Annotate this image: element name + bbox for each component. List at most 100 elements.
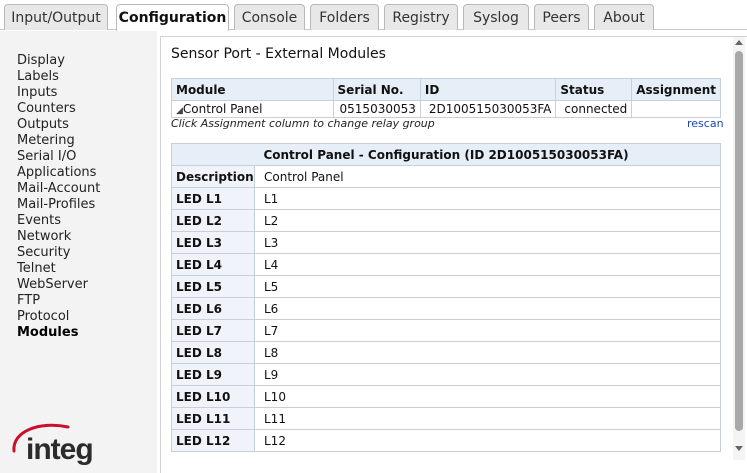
top-tab-bar: Input/Output Configuration Console Folde…	[0, 0, 747, 31]
led-l2-field[interactable]: L2	[254, 209, 721, 232]
config-table-header: Control Panel - Configuration (ID 2D1005…	[171, 143, 721, 166]
assignment-cell[interactable]	[631, 100, 721, 118]
led-l6-field[interactable]: L6	[254, 297, 721, 320]
modules-table: Module Serial No. ID Status Assignment ◢…	[171, 78, 721, 118]
sidebar-item-security[interactable]: Security	[17, 245, 100, 261]
tab-label: Input/Output	[11, 9, 101, 26]
tab-label: Folders	[319, 9, 370, 26]
led-l12-field[interactable]: L12	[254, 429, 721, 452]
sidebar-item-network[interactable]: Network	[17, 229, 100, 245]
tab-label: Registry	[392, 9, 450, 26]
config-label: LED L8	[171, 341, 255, 364]
config-row: LED L1 L1	[171, 187, 721, 210]
config-row: Description Control Panel	[171, 165, 721, 188]
tab-about[interactable]: About	[594, 4, 654, 30]
sidebar-item-modules[interactable]: Modules	[17, 325, 100, 341]
config-row: LED L3 L3	[171, 231, 721, 254]
sidebar-item-mail-profiles[interactable]: Mail-Profiles	[17, 197, 100, 213]
sidebar-item-webserver[interactable]: WebServer	[17, 277, 100, 293]
sidebar-item-labels[interactable]: Labels	[17, 69, 100, 85]
col-assignment: Assignment	[631, 78, 721, 101]
tab-label: Syslog	[473, 9, 519, 26]
config-label: LED L7	[171, 319, 255, 342]
scroll-up-arrow-icon[interactable]	[735, 40, 743, 45]
config-label: LED L5	[171, 275, 255, 298]
led-l11-field[interactable]: L11	[254, 407, 721, 430]
config-label: LED L6	[171, 297, 255, 320]
tab-folders[interactable]: Folders	[310, 4, 379, 30]
sidebar-item-display[interactable]: Display	[17, 53, 100, 69]
config-label: LED L11	[171, 407, 255, 430]
sidebar-item-outputs[interactable]: Outputs	[17, 117, 100, 133]
sidebar-item-applications[interactable]: Applications	[17, 165, 100, 181]
config-table: Control Panel - Configuration (ID 2D1005…	[171, 143, 721, 452]
config-label: LED L2	[171, 209, 255, 232]
config-label: Description	[171, 165, 255, 188]
expand-triangle-icon[interactable]: ◢	[176, 106, 183, 116]
tab-console[interactable]: Console	[234, 4, 305, 30]
svg-text:integ: integ	[26, 433, 93, 466]
sidebar-nav: Display Labels Inputs Counters Outputs M…	[17, 53, 100, 341]
config-table-title: Control Panel - Configuration (ID 2D1005…	[171, 143, 721, 166]
config-label: LED L3	[171, 231, 255, 254]
modules-table-header: Module Serial No. ID Status Assignment	[171, 78, 721, 101]
sidebar-item-counters[interactable]: Counters	[17, 101, 100, 117]
tab-syslog[interactable]: Syslog	[463, 4, 529, 30]
tab-peers[interactable]: Peers	[534, 4, 589, 30]
led-l5-field[interactable]: L5	[254, 275, 721, 298]
col-status: Status	[555, 78, 633, 101]
col-module: Module	[171, 78, 334, 101]
page-title: Sensor Port - External Modules	[171, 46, 386, 62]
description-field[interactable]: Control Panel	[254, 165, 721, 188]
config-row: LED L12 L12	[171, 429, 721, 452]
led-l4-field[interactable]: L4	[254, 253, 721, 276]
config-label: LED L4	[171, 253, 255, 276]
led-l10-field[interactable]: L10	[254, 385, 721, 408]
sidebar-item-metering[interactable]: Metering	[17, 133, 100, 149]
status-cell: connected	[555, 100, 633, 118]
config-label: LED L9	[171, 363, 255, 386]
sidebar-item-protocol[interactable]: Protocol	[17, 309, 100, 325]
scroll-down-arrow-icon[interactable]	[735, 446, 743, 451]
config-label: LED L10	[171, 385, 255, 408]
config-row: LED L6 L6	[171, 297, 721, 320]
config-row: LED L11 L11	[171, 407, 721, 430]
tab-label: Peers	[542, 9, 581, 26]
sidebar-item-mail-account[interactable]: Mail-Account	[17, 181, 100, 197]
tab-input-output[interactable]: Input/Output	[4, 4, 108, 30]
tab-label: Console	[241, 9, 298, 26]
led-l8-field[interactable]: L8	[254, 341, 721, 364]
led-l1-field[interactable]: L1	[254, 187, 721, 210]
led-l9-field[interactable]: L9	[254, 363, 721, 386]
config-row: LED L7 L7	[171, 319, 721, 342]
col-serial: Serial No.	[332, 78, 421, 101]
rescan-link[interactable]: rescan	[687, 117, 724, 130]
module-cell[interactable]: ◢Control Panel	[171, 100, 334, 118]
sidebar-item-inputs[interactable]: Inputs	[17, 85, 100, 101]
sidebar-item-ftp[interactable]: FTP	[17, 293, 100, 309]
config-row: LED L5 L5	[171, 275, 721, 298]
tab-label: About	[603, 9, 645, 26]
config-row: LED L10 L10	[171, 385, 721, 408]
col-id: ID	[419, 78, 557, 101]
led-l7-field[interactable]: L7	[254, 319, 721, 342]
config-row: LED L2 L2	[171, 209, 721, 232]
scrollbar-thumb[interactable]	[735, 51, 743, 431]
integ-logo: integ	[12, 423, 94, 466]
content-panel: Sensor Port - External Modules Module Se…	[160, 36, 747, 473]
serial-cell: 0515030053	[332, 100, 421, 118]
config-row: LED L9 L9	[171, 363, 721, 386]
sidebar-item-telnet[interactable]: Telnet	[17, 261, 100, 277]
table-row[interactable]: ◢Control Panel 0515030053 2D100515030053…	[171, 100, 721, 118]
tab-configuration[interactable]: Configuration	[116, 4, 229, 31]
sidebar-item-serial-io[interactable]: Serial I/O	[17, 149, 100, 165]
tab-label: Configuration	[118, 10, 227, 26]
id-cell: 2D100515030053FA	[419, 100, 557, 118]
config-label: LED L12	[171, 429, 255, 452]
tab-registry[interactable]: Registry	[384, 4, 458, 30]
led-l3-field[interactable]: L3	[254, 231, 721, 254]
assignment-hint: Click Assignment column to change relay …	[171, 117, 435, 130]
config-label: LED L1	[171, 187, 255, 210]
config-row: LED L8 L8	[171, 341, 721, 364]
sidebar-item-events[interactable]: Events	[17, 213, 100, 229]
